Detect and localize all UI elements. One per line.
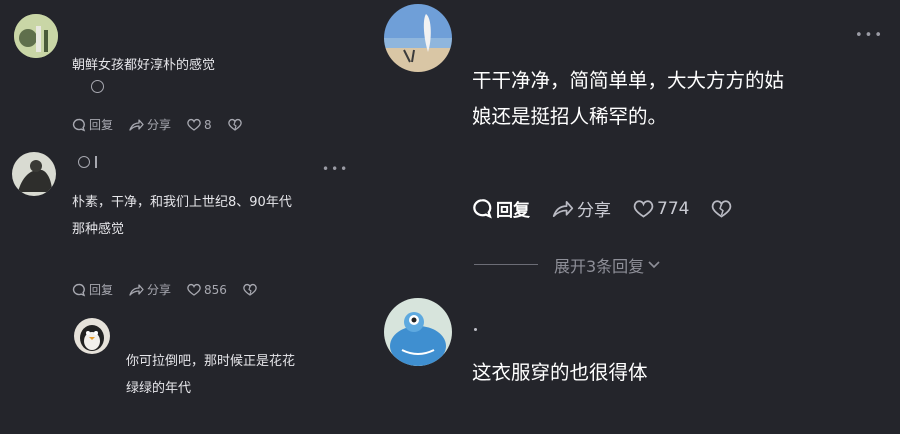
- share-label: 分享: [147, 118, 172, 132]
- share-label: 分享: [577, 201, 611, 221]
- share-icon: [129, 118, 144, 131]
- reply-bubble-icon: [78, 156, 90, 168]
- share-label: 分享: [147, 283, 172, 297]
- like-button[interactable]: 774: [633, 199, 689, 219]
- comment-text: 这衣服穿的也很得体: [472, 361, 648, 384]
- avatar[interactable]: [12, 152, 56, 196]
- comment-icon: [473, 199, 492, 219]
- comment-text: 朴素，干净，和我们上世纪8、90年代: [72, 195, 292, 210]
- comment-icon: [72, 283, 86, 297]
- dislike-button[interactable]: [711, 199, 735, 218]
- comment-icon: [72, 118, 86, 132]
- expand-replies-button[interactable]: 展开3条回复: [554, 253, 661, 277]
- comment-actions: 回复 分享 774: [472, 196, 751, 221]
- flag-icon: [95, 156, 97, 168]
- avatar[interactable]: [384, 298, 452, 366]
- like-count: 774: [657, 198, 690, 219]
- avatar[interactable]: [74, 318, 110, 354]
- comment-text: 那种感觉: [72, 222, 125, 237]
- like-count: 856: [204, 282, 227, 297]
- comment-text: 朝鲜女孩都好淳朴的感觉: [72, 58, 216, 73]
- comment-actions: 回复 分享 8: [72, 116, 261, 133]
- like-count: 8: [204, 117, 212, 132]
- share-icon: [552, 200, 574, 217]
- share-button[interactable]: 分享: [129, 281, 171, 298]
- expand-replies-divider: [474, 264, 538, 265]
- expand-replies-label: 展开3条回复: [554, 257, 645, 276]
- reply-label: 回复: [89, 118, 114, 132]
- heart-icon: [187, 283, 201, 296]
- reply-label: 回复: [496, 201, 530, 221]
- share-icon: [129, 283, 144, 296]
- share-button[interactable]: 分享: [129, 116, 171, 133]
- comment-actions: 回复 分享 856: [72, 281, 276, 298]
- more-options-icon[interactable]: •••: [855, 28, 884, 43]
- broken-heart-icon: [712, 200, 732, 218]
- heart-icon: [633, 200, 654, 218]
- reply-button[interactable]: 回复: [72, 116, 113, 133]
- broken-heart-icon: [227, 118, 242, 131]
- avatar[interactable]: [14, 14, 58, 58]
- dislike-button[interactable]: [227, 118, 245, 131]
- comment-text: 绿绿的年代: [126, 381, 192, 396]
- dislike-button[interactable]: [243, 283, 260, 296]
- more-options-icon[interactable]: •••: [322, 162, 349, 176]
- share-button[interactable]: 分享: [552, 196, 611, 221]
- avatar[interactable]: [384, 4, 452, 72]
- comment-text: 你可拉倒吧，那时候正是花花: [126, 354, 296, 369]
- heart-icon: [187, 118, 201, 131]
- reply-button[interactable]: 回复: [472, 196, 530, 221]
- status-dot: [474, 328, 477, 331]
- broken-heart-icon: [243, 283, 257, 296]
- comment-text: 娘还是挺招人稀罕的。: [472, 105, 668, 128]
- reply-label: 回复: [89, 283, 114, 297]
- reply-bubble-icon: [91, 80, 104, 93]
- like-button[interactable]: 8: [187, 118, 212, 132]
- like-button[interactable]: 856: [187, 283, 227, 297]
- chevron-down-icon: [648, 261, 660, 269]
- reply-button[interactable]: 回复: [72, 281, 113, 298]
- comment-text: 干干净净，简简单单，大大方方的姑: [472, 69, 785, 92]
